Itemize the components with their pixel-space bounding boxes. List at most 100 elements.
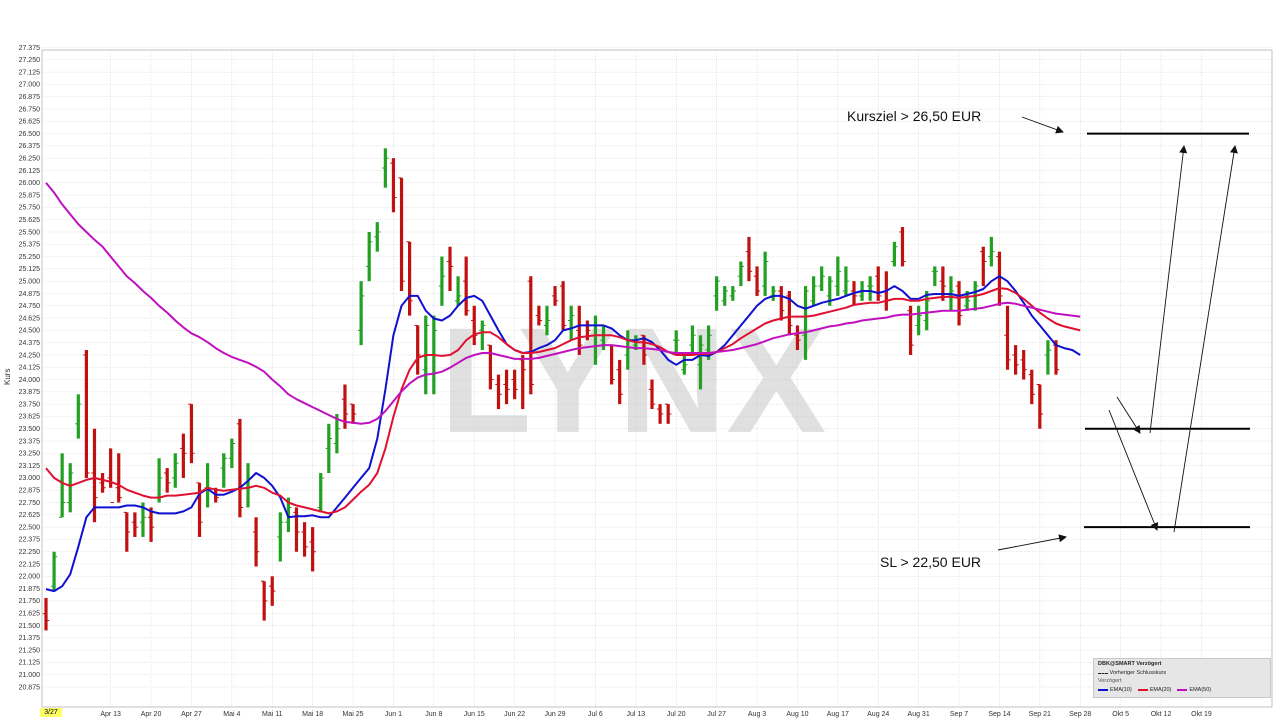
legend: DBK@SMART Verzögert Vorheriger Schlussku…	[1093, 658, 1271, 698]
bar-range	[917, 305, 921, 336]
y-tick-label: 24.750	[19, 303, 41, 310]
y-tick-label: 22.875	[19, 488, 41, 495]
x-tick-label: Apr 27	[181, 711, 202, 718]
y-tick-label: 21.125	[19, 660, 41, 667]
y-tick-label: 20.875	[19, 684, 41, 691]
x-tick-label: Sep 14	[988, 711, 1010, 718]
x-axis-ticks: Apr 13 Apr 20 Apr 27 Mai 4 Mai 11 Mai 18 Mai 2…	[100, 711, 1212, 718]
x-tick-label: Jun 1	[385, 711, 402, 718]
y-tick-label: 24.875	[19, 291, 41, 298]
y-tick-label: 21.375	[19, 635, 41, 642]
bar-range	[117, 453, 121, 503]
bar-range	[892, 241, 896, 267]
y-tick-label: 27.125	[19, 69, 41, 76]
bar-range	[157, 458, 161, 503]
y-tick-label: 26.000	[19, 180, 41, 187]
bar-range	[367, 231, 371, 282]
y-tick-label: 26.875	[19, 94, 41, 101]
bar-range	[1038, 384, 1042, 429]
x-tick-label: Mai 4	[223, 711, 240, 718]
bar-range	[593, 315, 598, 365]
bar-range	[68, 463, 72, 513]
legend-ema10[interactable]: EMA(10)	[1098, 687, 1132, 693]
bar-range	[254, 517, 258, 567]
x-tick-label: Aug 3	[748, 711, 766, 718]
bar-range	[206, 463, 210, 508]
y-tick-label: 25.625	[19, 217, 41, 224]
bar-range	[836, 256, 840, 296]
legend-title: DBK@SMART Verzögert	[1098, 661, 1162, 667]
y-axis-label: Kurs	[3, 369, 12, 385]
x-tick-label: Jul 27	[707, 711, 726, 718]
legend-ema20[interactable]: EMA(20)	[1137, 687, 1172, 693]
x-tick-label: Okt 12	[1151, 711, 1172, 718]
bar-range	[440, 256, 444, 306]
annotation-stop-loss: SL > 22,50 EUR	[880, 554, 981, 570]
start-date-badge: 3/27	[40, 708, 62, 717]
bar-range	[189, 404, 194, 464]
y-tick-label: 24.500	[19, 328, 41, 335]
bar-range	[302, 522, 307, 557]
bar-range	[416, 325, 420, 375]
y-tick-label: 23.375	[19, 438, 41, 445]
x-tick-label: Mai 11	[262, 711, 283, 718]
bar-range	[513, 369, 517, 400]
y-tick-label: 25.250	[19, 254, 41, 261]
legend-delay: Verzögert	[1098, 678, 1122, 684]
bar-range	[771, 286, 775, 301]
legend-ema-row: EMA(10) EMA(20) EMA(50)	[1098, 687, 1211, 693]
bar-range	[900, 227, 905, 267]
y-tick-label: 22.500	[19, 524, 41, 531]
bar-range	[246, 463, 250, 508]
y-tick-label: 27.250	[19, 57, 41, 64]
x-tick-label: Apr 13	[100, 711, 121, 718]
x-tick-label: Sep 21	[1029, 711, 1051, 718]
bar-range	[941, 266, 945, 301]
legend-prev-close-label: Vorheriger Schlusskurs	[1109, 670, 1167, 676]
bar-range	[674, 330, 678, 355]
legend-prev-close: Vorheriger Schlusskurs	[1098, 670, 1166, 676]
bar-range	[747, 236, 751, 282]
x-tick-label: Sep 7	[950, 711, 968, 718]
y-tick-label: 22.625	[19, 512, 41, 519]
bar-range	[1014, 345, 1018, 375]
y-tick-label: 24.625	[19, 315, 41, 322]
bar-range	[165, 468, 169, 493]
bar-range	[173, 453, 177, 488]
x-tick-label: Sep 28	[1069, 711, 1091, 718]
y-tick-label: 26.375	[19, 143, 41, 150]
bar-range	[933, 266, 937, 287]
x-tick-label: Mai 18	[302, 711, 323, 718]
x-tick-label: Jun 8	[425, 711, 442, 718]
y-tick-label: 22.125	[19, 561, 41, 568]
y-tick-label: 22.375	[19, 537, 41, 544]
legend-ema20-label: EMA(20)	[1149, 687, 1172, 693]
bar-range	[472, 305, 476, 346]
bar-range	[52, 551, 56, 592]
bar-range	[618, 359, 622, 405]
bar-range	[60, 453, 64, 518]
x-tick-label: Okt 5	[1112, 711, 1129, 718]
bar-range	[391, 158, 396, 213]
x-tick-label: Jul 20	[667, 711, 686, 718]
y-tick-label: 24.250	[19, 352, 41, 359]
y-tick-label: 26.625	[19, 119, 41, 126]
bar-range	[529, 276, 533, 395]
y-tick-label: 21.750	[19, 598, 41, 605]
bar-range	[408, 241, 412, 316]
y-tick-label: 23.500	[19, 426, 41, 433]
y-tick-label: 27.000	[19, 82, 41, 89]
y-tick-label: 26.250	[19, 155, 41, 162]
bar-range	[84, 350, 88, 478]
bar-range	[763, 251, 767, 296]
legend-ema50[interactable]: EMA(50)	[1177, 687, 1211, 693]
y-tick-label: 25.875	[19, 192, 41, 199]
bar-range	[311, 527, 315, 572]
bar-range	[610, 345, 614, 385]
y-tick-label: 26.500	[19, 131, 41, 138]
x-tick-label: Okt 19	[1191, 711, 1212, 718]
bar-range	[731, 286, 735, 301]
bar-range	[868, 276, 872, 301]
bar-range	[359, 281, 363, 346]
y-tick-label: 21.875	[19, 586, 41, 593]
